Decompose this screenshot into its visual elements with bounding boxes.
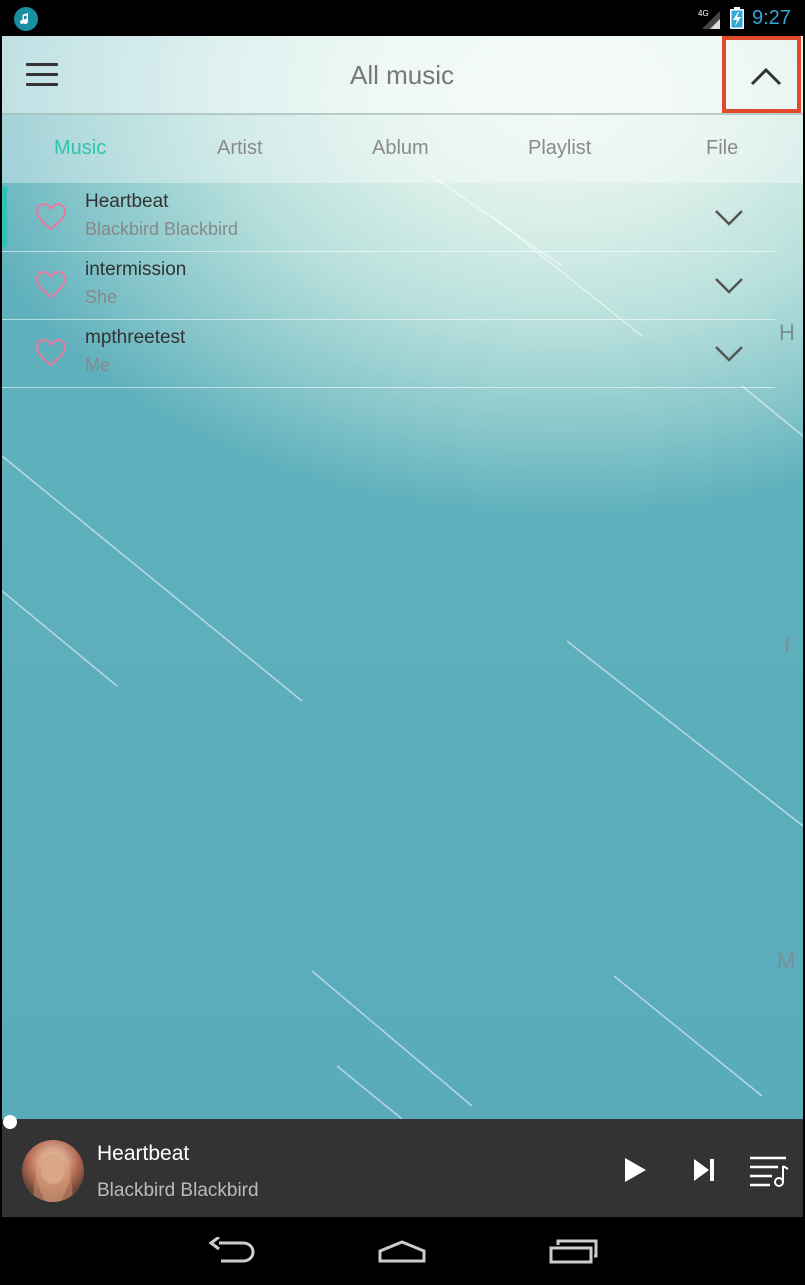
song-title: mpthreetest [85,327,186,348]
tab-playlist[interactable]: Playlist [528,137,591,160]
music-app-notification-icon [14,7,38,31]
progress-scrubber[interactable] [3,1115,17,1129]
hamburger-menu-icon[interactable] [26,63,58,87]
page-title: All music [349,60,454,90]
home-icon[interactable] [377,1239,427,1263]
tab-album[interactable]: Ablum [372,137,429,160]
now-playing-title: Heartbeat [97,1142,190,1165]
back-icon[interactable] [207,1237,255,1265]
chevron-down-icon[interactable] [714,207,744,227]
heart-icon[interactable] [35,202,67,232]
now-playing-artist: Blackbird Blackbird [97,1180,259,1201]
svg-text:4G: 4G [698,9,709,18]
index-letter-h[interactable]: H [779,320,795,346]
chevron-up-icon [750,67,782,86]
play-icon[interactable] [622,1156,648,1184]
song-artist: Me [85,355,111,375]
tab-music[interactable]: Music [54,137,106,160]
song-title: intermission [85,259,187,280]
category-tabs: Music Artist Ablum Playlist File [2,115,803,183]
now-playing-indicator [2,187,7,247]
signal-4g-icon: 4G [698,9,720,29]
collapse-button[interactable] [722,36,801,113]
app-header: All music [2,36,803,115]
recent-apps-icon[interactable] [548,1238,598,1264]
android-navigation-bar [0,1217,805,1285]
chevron-down-icon[interactable] [714,275,744,295]
song-title: Heartbeat [85,191,169,212]
album-art [22,1140,84,1202]
tab-artist[interactable]: Artist [217,137,263,160]
song-artist: She [85,287,118,307]
playlist-queue-icon[interactable] [748,1155,790,1187]
heart-icon[interactable] [35,338,67,368]
index-letter-i[interactable]: I [784,633,790,659]
tab-file[interactable]: File [706,137,738,160]
song-row[interactable]: mpthreetest Me [2,321,775,388]
song-row[interactable]: Heartbeat Blackbird Blackbird [2,185,775,252]
heart-icon[interactable] [35,270,67,300]
song-row[interactable]: intermission She [2,253,775,320]
battery-charging-icon [730,7,744,29]
mini-player[interactable]: Heartbeat Blackbird Blackbird [2,1119,803,1217]
status-clock: 9:27 [752,7,791,29]
song-artist: Blackbird Blackbird [85,219,239,239]
status-bar: 4G 9:27 [0,0,805,36]
chevron-down-icon[interactable] [714,343,744,363]
index-letter-m[interactable]: M [777,948,795,974]
screen: 4G 9:27 All music Music Artist Ablum Pla… [0,0,805,1285]
skip-next-icon[interactable] [692,1158,716,1182]
